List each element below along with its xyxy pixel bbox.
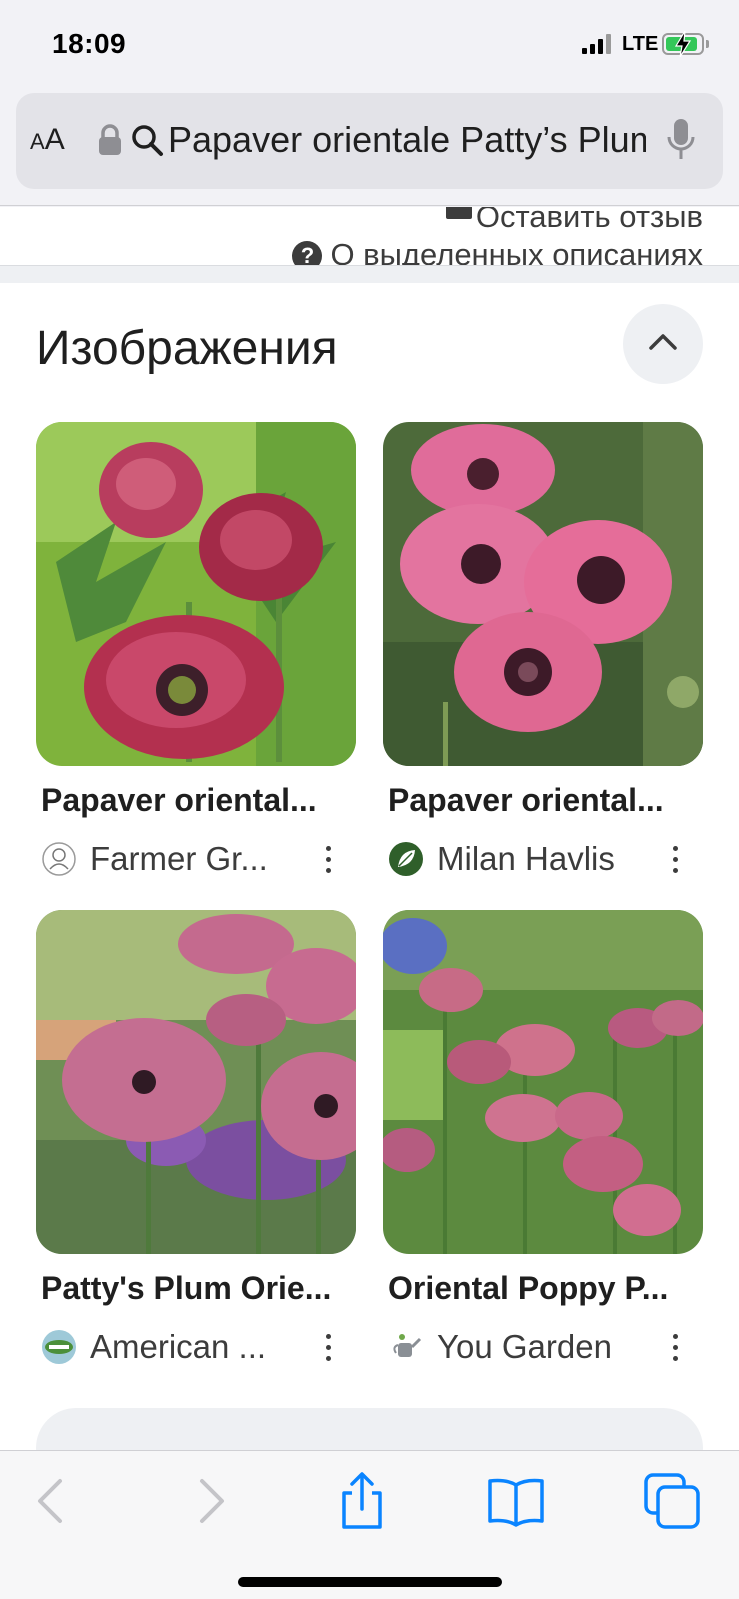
more-options-icon[interactable] [671,846,679,876]
bookmarks-icon[interactable] [486,1471,546,1531]
result-title[interactable]: Papaver oriental... [388,782,693,819]
result-source[interactable]: American ... [41,1326,341,1368]
more-options-icon[interactable] [324,846,332,876]
result-title[interactable]: Patty's Plum Orie... [41,1270,346,1307]
section-title: Изображения [36,322,338,375]
search-query[interactable]: Papaver orientale Patty’s Plum [168,119,646,163]
about-descriptions-link[interactable]: ? О выделенных описаниях [292,237,703,265]
microphone-icon[interactable] [666,117,696,163]
watering-can-icon [389,1330,423,1364]
source-name: You Garden [437,1328,612,1365]
poppy-image-4 [383,910,703,1254]
lock-icon [99,124,121,155]
result-thumbnail[interactable] [36,910,356,1254]
home-indicator [238,1577,502,1587]
forward-icon[interactable] [180,1471,240,1531]
address-bar[interactable]: AA Papaver orientale Patty’s Plum [16,93,723,189]
source-name: Milan Havlis [437,840,615,877]
help-icon: ? [292,241,323,265]
about-descriptions-label: О выделенных описаниях [330,237,703,265]
result-source[interactable]: You Garden [388,1326,688,1368]
back-icon[interactable] [22,1471,82,1531]
american-logo-icon [42,1330,76,1364]
tabs-icon[interactable] [642,1471,702,1531]
more-options-icon[interactable] [324,1334,332,1364]
search-icon [132,125,163,156]
feedback-link[interactable]: Оставить отзыв [445,207,703,235]
images-section: Изображения Papaver oriental... Farmer G… [0,283,739,1488]
result-thumbnail[interactable] [36,422,356,766]
feedback-label: Оставить отзыв [475,207,703,234]
chevron-up-icon [649,334,677,350]
safari-page: 18:09 LTE AA Papaver orientale Patty’s P [0,0,739,1599]
farmer-logo-icon [42,842,76,876]
status-bar: 18:09 LTE [0,0,739,90]
battery-cap [706,40,709,48]
result-source[interactable]: Farmer Gr... [41,838,341,880]
feedback-icon [445,207,472,219]
share-icon[interactable] [332,1471,392,1531]
poppy-image-3 [36,910,356,1254]
cellular-signal-icon [582,34,612,54]
result-thumbnail[interactable] [383,910,703,1254]
result-title[interactable]: Papaver oriental... [41,782,346,819]
text-size-button[interactable]: AA [30,123,65,157]
source-name: American ... [90,1328,267,1365]
more-options-icon[interactable] [671,1334,679,1364]
result-thumbnail[interactable] [383,422,703,766]
poppy-image-1 [36,422,356,766]
source-name: Farmer Gr... [90,840,268,877]
status-time: 18:09 [52,28,127,59]
leaf-logo-icon [389,842,423,876]
result-source[interactable]: Milan Havlis [388,838,688,880]
browser-toolbar [0,1450,739,1599]
feedback-links: Оставить отзыв ? О выделенных описаниях [0,207,739,265]
collapse-button[interactable] [623,304,703,384]
result-title[interactable]: Oriental Poppy P... [388,1270,693,1307]
poppy-image-2 [383,422,703,766]
address-bar-area: AA Papaver orientale Patty’s Plum [0,90,739,206]
network-type: LTE [622,33,659,55]
charging-bolt-icon [674,31,692,57]
section-divider [0,265,739,283]
